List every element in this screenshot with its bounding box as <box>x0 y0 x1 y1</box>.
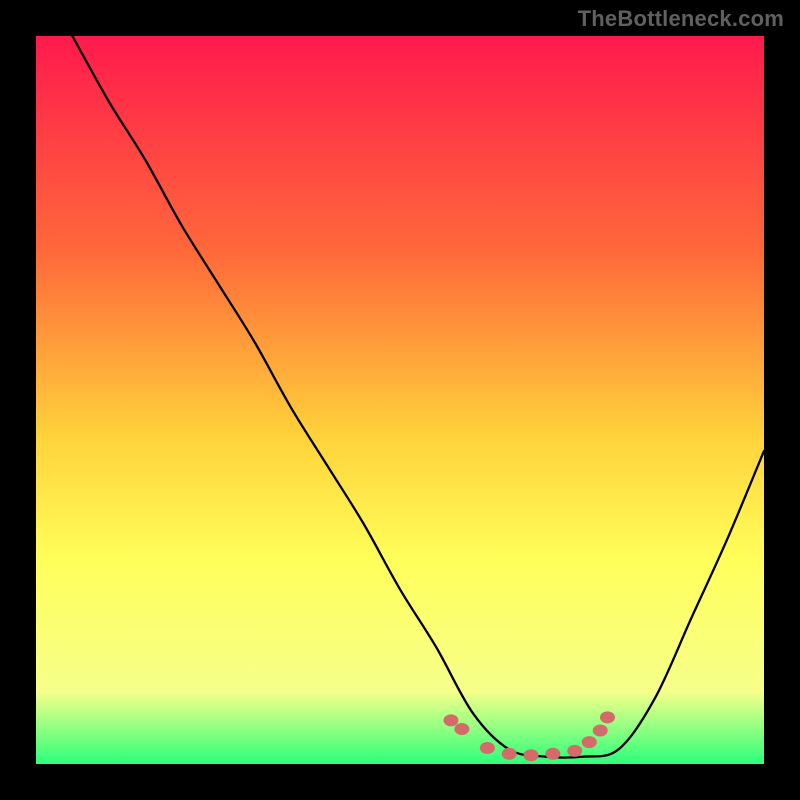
chart-stage: TheBottleneck.com <box>0 0 800 800</box>
marker-dot <box>480 742 495 754</box>
marker-dot <box>567 745 582 757</box>
marker-dot <box>524 749 539 761</box>
marker-dot <box>600 711 615 723</box>
plot-area <box>36 36 764 764</box>
marker-dot <box>502 748 517 760</box>
chart-svg <box>0 0 800 800</box>
marker-dot <box>582 736 597 748</box>
marker-dot <box>593 725 608 737</box>
marker-dot <box>443 714 458 726</box>
marker-dot <box>454 723 469 735</box>
watermark-text: TheBottleneck.com <box>578 6 784 32</box>
marker-dot <box>545 748 560 760</box>
